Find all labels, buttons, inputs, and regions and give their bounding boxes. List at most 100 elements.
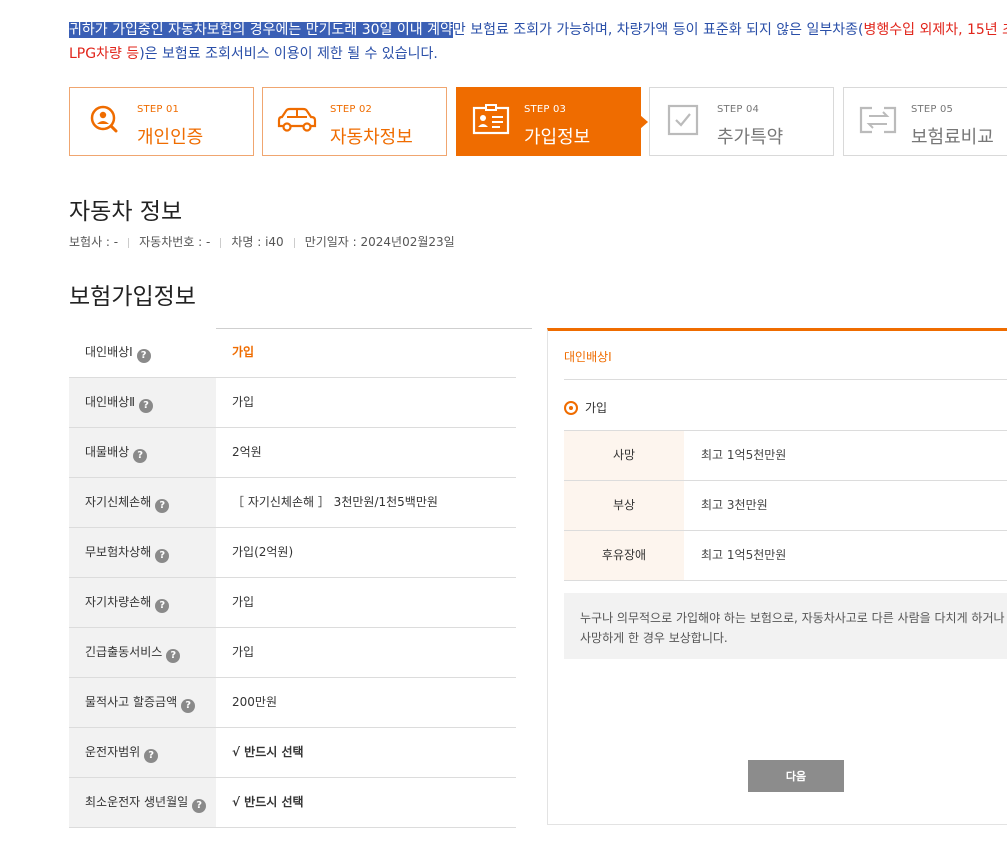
benefit-value: 최고 1억5천만원 (701, 548, 787, 562)
compare-icon (859, 106, 897, 134)
coverage-row-min-driver-birth[interactable]: 최소운전자 생년월일? √ 반드시 선택 (69, 778, 516, 828)
help-icon[interactable]: ? (144, 749, 159, 763)
divider (128, 237, 130, 248)
row-label-text: 무보험차상해 (85, 545, 152, 559)
insurer-text: 보험사 : - (69, 235, 119, 249)
checkbox-icon (667, 104, 699, 136)
row-label: 최소운전자 생년월일? (69, 778, 216, 827)
step-5-number: STEP 05 (911, 104, 954, 115)
divider (293, 237, 295, 248)
row-label-text: 대물배상 (85, 445, 130, 459)
row-value: 가입 (232, 595, 255, 609)
row-label: 대인배상Ⅱ? (69, 378, 216, 427)
benefit-label: 부상 (564, 481, 684, 530)
coverage-row-uninsured[interactable]: 무보험차상해? 가입(2억원) (69, 528, 516, 578)
row-label-text: 긴급출동서비스 (85, 645, 163, 659)
row-label-text: 자기차량손해 (85, 595, 152, 609)
step-1[interactable]: STEP 01 개인인증 (69, 87, 254, 156)
coverage-row-self-injury[interactable]: 자기신체손해? ［ 자기신체손해 ］ 3천만원/1천5백만원 (69, 478, 516, 528)
row-label-text: 자기신체손해 (85, 495, 152, 509)
row-label-text: 물적사고 할증금액 (85, 695, 178, 709)
panel-title: 대인배상Ⅰ (564, 350, 612, 364)
row-label: 물적사고 할증금액? (69, 678, 216, 727)
car-number-text: 자동차번호 : - (139, 235, 211, 249)
step-3-number: STEP 03 (524, 104, 567, 115)
notice-red-1: 병행수입 외제차, 15년 초과차 (863, 22, 1007, 38)
radio-selected-icon[interactable] (564, 401, 578, 415)
row-value: 가입(2억원) (232, 545, 294, 559)
row-label: 자기신체손해? (69, 478, 216, 527)
row-value: 가입 (232, 395, 255, 409)
row-value: 200만원 (232, 695, 277, 709)
car-info-meta: 보험사 : - 자동차번호 : - 차명 : i40 만기일자 : 2024년02월2… (69, 233, 455, 250)
notice-red-2: LPG차량 등 (69, 46, 140, 62)
divider (220, 237, 222, 248)
coverage-row-emergency[interactable]: 긴급출동서비스? 가입 (69, 628, 516, 678)
car-info-title: 자동차 정보 (69, 199, 183, 225)
row-label-text: 대인배상Ⅱ (85, 395, 136, 409)
help-icon[interactable]: ? (155, 599, 170, 613)
help-icon[interactable]: ? (133, 449, 148, 463)
step-5-label: 보험료비교 (911, 127, 994, 148)
row-label: 자기차량손해? (69, 578, 216, 627)
enroll-info-title: 보험가입정보 (69, 284, 196, 310)
help-icon[interactable]: ? (155, 499, 170, 513)
row-label-text: 운전자범위 (85, 745, 141, 759)
row-label: 긴급출동서비스? (69, 628, 216, 677)
step-4-number: STEP 04 (717, 104, 760, 115)
step-3[interactable]: STEP 03 가입정보 (456, 87, 648, 156)
row-value: 가입 (232, 645, 255, 659)
help-icon[interactable]: ? (136, 349, 151, 363)
help-icon[interactable]: ? (139, 399, 154, 413)
step-2-number: STEP 02 (330, 104, 373, 115)
benefit-value: 최고 3천만원 (701, 498, 768, 512)
coverage-row-surcharge[interactable]: 물적사고 할증금액? 200만원 (69, 678, 516, 728)
row-value: 가입 (232, 345, 255, 359)
row-label-text: 대인배상Ⅰ (85, 345, 133, 359)
step-2[interactable]: STEP 02 자동차정보 (262, 87, 447, 156)
active-step-arrow (640, 115, 648, 129)
divider (564, 379, 1007, 380)
step-1-number: STEP 01 (137, 104, 180, 115)
row-value: ［ 자기신체손해 ］ 3천만원/1천5백만원 (232, 495, 438, 509)
benefit-value: 최고 1억5천만원 (701, 448, 787, 462)
coverage-row-own-vehicle[interactable]: 자기차량손해? 가입 (69, 578, 516, 628)
help-icon[interactable]: ? (192, 799, 207, 813)
option-radio[interactable]: 가입 (564, 399, 607, 416)
help-icon[interactable]: ? (181, 699, 196, 713)
step-2-label: 자동차정보 (330, 127, 413, 148)
car-icon (277, 107, 317, 132)
coverage-row-bodily-1[interactable]: 대인배상Ⅰ? 가입 (69, 328, 516, 378)
coverage-row-property[interactable]: 대물배상? 2억원 (69, 428, 516, 478)
id-card-icon (472, 104, 510, 135)
coverage-detail-panel: 대인배상Ⅰ 가입 사망 최고 1억5천만원 부상 최고 3천만원 후유장애 최고… (547, 328, 1007, 825)
row-value: 2억원 (232, 445, 262, 459)
row-label: 대인배상Ⅰ? (69, 328, 216, 377)
table-row: 후유장애 최고 1억5천만원 (564, 531, 1007, 581)
notice-highlight: 귀하가 가입중인 자동차보험의 경우에는 만기도래 30일 이내 계약 (69, 22, 453, 38)
person-search-icon (90, 105, 118, 133)
step-1-label: 개인인증 (137, 127, 204, 148)
row-label: 무보험차상해? (69, 528, 216, 577)
notice-text-2: )은 보험료 조회서비스 이용이 제한 될 수 있습니다. (139, 46, 438, 62)
table-row: 사망 최고 1억5천만원 (564, 431, 1007, 481)
benefit-label: 사망 (564, 431, 684, 480)
step-4[interactable]: STEP 04 추가특약 (649, 87, 834, 156)
row-label-text: 최소운전자 생년월일 (85, 795, 189, 809)
row-label: 대물배상? (69, 428, 216, 477)
coverage-row-driver-range[interactable]: 운전자범위? √ 반드시 선택 (69, 728, 516, 778)
next-button[interactable]: 다음 (748, 760, 844, 792)
car-name-text: 차명 : i40 (231, 235, 284, 249)
help-icon[interactable]: ? (155, 549, 170, 563)
help-icon[interactable]: ? (166, 649, 181, 663)
notice-text: 귀하가 가입중인 자동차보험의 경우에는 만기도래 30일 이내 계약만 보험료… (69, 18, 1007, 66)
option-label: 가입 (585, 401, 608, 415)
coverage-row-bodily-2[interactable]: 대인배상Ⅱ? 가입 (69, 378, 516, 428)
row-label: 운전자범위? (69, 728, 216, 777)
step-4-label: 추가특약 (717, 127, 784, 148)
step-3-label: 가입정보 (524, 127, 591, 148)
step-indicator: STEP 01 개인인증 STEP 02 자동차정보 STEP 03 가입정보 (69, 87, 1007, 156)
step-5[interactable]: STEP 05 보험료비교 (843, 87, 1007, 156)
benefit-label: 후유장애 (564, 531, 684, 580)
row-value: √ 반드시 선택 (232, 795, 304, 809)
